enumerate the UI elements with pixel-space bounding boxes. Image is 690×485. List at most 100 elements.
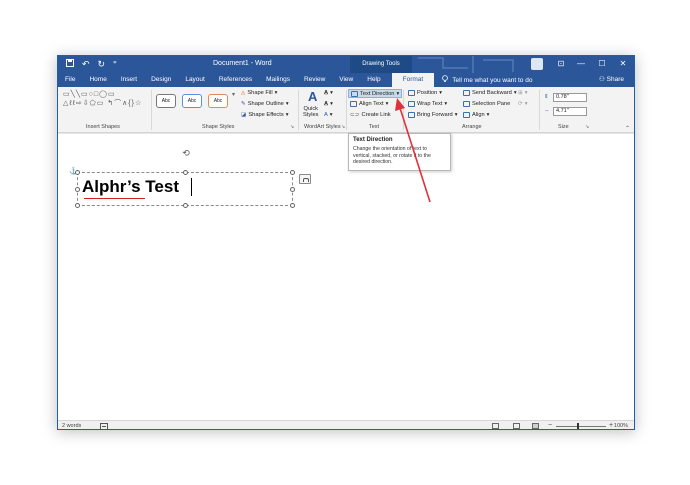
- tab-review[interactable]: Review: [297, 73, 332, 87]
- rotate-handle-icon[interactable]: ⟲: [181, 148, 191, 158]
- wrap-text-button[interactable]: Wrap Text ▾: [408, 101, 447, 107]
- web-layout-icon[interactable]: [532, 423, 539, 429]
- resize-handle[interactable]: [290, 203, 295, 208]
- tab-file[interactable]: File: [58, 73, 82, 87]
- tab-help[interactable]: Help: [360, 73, 387, 87]
- effects-icon: ◪: [241, 112, 247, 118]
- word-window: ↶ ↻ ⩦ Document1 - Word Drawing Tools ⊡ —…: [57, 55, 635, 430]
- title-bar: ↶ ↻ ⩦ Document1 - Word Drawing Tools ⊡ —…: [58, 56, 634, 77]
- resize-handle[interactable]: [75, 170, 80, 175]
- print-layout-icon[interactable]: [513, 423, 520, 429]
- create-link-button[interactable]: ⊂⊃ Create Link: [350, 112, 391, 118]
- undo-button[interactable]: ↶: [82, 59, 90, 70]
- tell-me-box[interactable]: Tell me what you want to do: [442, 75, 532, 85]
- text-effects-button[interactable]: A ▾: [324, 112, 333, 118]
- redo-button[interactable]: ↻: [98, 59, 106, 70]
- align-text-button[interactable]: Align Text ▾: [350, 101, 388, 107]
- text-direction-icon: [351, 90, 358, 97]
- quick-styles-button[interactable]: Quick Styles: [303, 106, 319, 118]
- bring-forward-icon: [408, 112, 415, 118]
- status-bar: 2 words − + 100%: [58, 420, 634, 429]
- styles-gallery-more-icon[interactable]: ▾: [232, 91, 235, 98]
- shape-effects-button[interactable]: ◪ Shape Effects ▾: [241, 112, 289, 118]
- text-effects-icon: A: [324, 112, 328, 118]
- text-box-content[interactable]: Alphr’s Test: [82, 177, 179, 197]
- minimize-button[interactable]: —: [574, 58, 588, 70]
- rotate-objects-button[interactable]: ⟳ ▾: [518, 101, 528, 107]
- ribbon-divider: [151, 90, 152, 130]
- text-fill-button[interactable]: A̲ ▾: [324, 90, 333, 96]
- group-label-shape-styles: Shape Styles: [202, 124, 235, 130]
- send-backward-icon: [463, 90, 470, 96]
- selection-pane-button[interactable]: Selection Pane: [463, 101, 510, 107]
- text-box[interactable]: Alphr’s Test: [75, 170, 295, 208]
- zoom-slider-thumb[interactable]: [577, 423, 579, 429]
- ribbon-divider: [539, 90, 540, 130]
- zoom-out-button[interactable]: −: [548, 422, 552, 429]
- tab-format[interactable]: Format: [391, 73, 435, 87]
- bring-forward-button[interactable]: Bring Forward ▾: [408, 112, 458, 118]
- group-label-text: Text: [369, 124, 380, 130]
- ribbon-divider: [298, 90, 299, 130]
- lightbulb-icon: [442, 75, 449, 85]
- person-icon: ⚇: [599, 76, 605, 83]
- ribbon-display-options-button[interactable]: ⊡: [554, 58, 568, 70]
- wordart-styles-launcher-icon[interactable]: ↘: [341, 124, 345, 130]
- resize-handle[interactable]: [183, 170, 188, 175]
- account-avatar[interactable]: [531, 58, 543, 70]
- resize-handle[interactable]: [75, 203, 80, 208]
- layout-options-button[interactable]: [299, 174, 311, 184]
- ribbon-tabs: File Home Insert Design Layout Reference…: [58, 73, 634, 87]
- link-icon: ⊂⊃: [350, 112, 360, 118]
- size-launcher-icon[interactable]: ↘: [585, 124, 589, 130]
- shape-style-swatch-2[interactable]: Abc: [182, 94, 202, 108]
- group-objects-button[interactable]: ⊞ ▾: [518, 90, 528, 96]
- tab-design[interactable]: Design: [144, 73, 178, 87]
- proofing-icon[interactable]: [100, 423, 108, 429]
- resize-handle[interactable]: [75, 187, 80, 192]
- tab-references[interactable]: References: [212, 73, 259, 87]
- maximize-button[interactable]: ☐: [595, 58, 609, 70]
- zoom-percent[interactable]: 100%: [614, 423, 628, 429]
- tooltip-body: Change the orientation of text to vertic…: [353, 146, 431, 166]
- paint-bucket-icon: ◬: [241, 90, 246, 96]
- resize-handle[interactable]: [290, 187, 295, 192]
- quick-styles-a-icon[interactable]: A: [308, 89, 317, 104]
- send-backward-button[interactable]: Send Backward ▾: [463, 90, 517, 96]
- resize-handle[interactable]: [290, 170, 295, 175]
- shape-style-swatch-3[interactable]: Abc: [208, 94, 228, 108]
- shape-height-field[interactable]: 0.78": [553, 93, 587, 102]
- zoom-slider-track[interactable]: [556, 426, 606, 427]
- tab-view[interactable]: View: [332, 73, 360, 87]
- shape-width-field[interactable]: 4.71": [553, 107, 587, 116]
- collapse-ribbon-icon[interactable]: ⌃: [625, 125, 630, 132]
- align-text-icon: [350, 101, 357, 107]
- align-button[interactable]: Align ▾: [463, 112, 490, 118]
- shapes-gallery[interactable]: ▭╲╲▭○□◯▭ △ℓℓ⇨⇩⬠▭ ↰⌒∧{}☆: [63, 90, 145, 120]
- position-button[interactable]: Position ▾: [408, 90, 442, 96]
- quick-access-toolbar: ↶ ↻ ⩦: [66, 59, 117, 70]
- tab-mailings[interactable]: Mailings: [259, 73, 297, 87]
- group-label-insert-shapes: Insert Shapes: [86, 124, 120, 130]
- share-button[interactable]: ⚇ Share: [599, 73, 624, 87]
- ribbon-divider: [346, 90, 347, 130]
- text-outline-button[interactable]: A̲ ▾: [324, 101, 333, 107]
- word-count[interactable]: 2 words: [62, 423, 81, 429]
- text-outline-icon: A̲: [324, 101, 329, 107]
- shape-outline-button[interactable]: ✎ Shape Outline ▾: [241, 101, 289, 107]
- customize-qat-button[interactable]: ⩦: [113, 59, 117, 70]
- tab-layout[interactable]: Layout: [178, 73, 212, 87]
- shape-styles-launcher-icon[interactable]: ↘: [290, 124, 294, 130]
- text-direction-button[interactable]: Text Direction ▾: [348, 89, 403, 98]
- shape-fill-button[interactable]: ◬ Shape Fill ▾: [241, 90, 278, 96]
- tab-home[interactable]: Home: [82, 73, 113, 87]
- resize-handle[interactable]: [183, 203, 188, 208]
- shape-style-swatch-1[interactable]: Abc: [156, 94, 176, 108]
- document-canvas[interactable]: ⟲ ⚓ Alphr’s Test: [58, 134, 634, 420]
- zoom-in-button[interactable]: +: [609, 422, 613, 429]
- tooltip-title: Text Direction: [353, 137, 393, 143]
- tab-insert[interactable]: Insert: [114, 73, 144, 87]
- close-button[interactable]: ✕: [616, 58, 630, 70]
- save-icon[interactable]: [66, 59, 74, 70]
- read-mode-icon[interactable]: [492, 423, 499, 429]
